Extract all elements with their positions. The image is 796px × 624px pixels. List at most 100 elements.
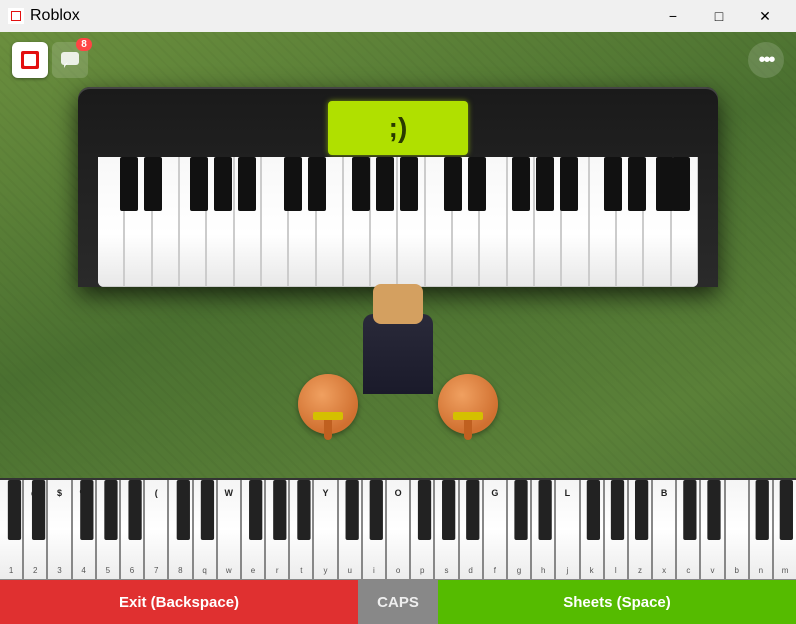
wkey-3d[interactable]	[234, 157, 261, 287]
key-label-bottom: t	[300, 566, 302, 575]
wkey-3d[interactable]	[316, 157, 343, 287]
wkey-3d[interactable]	[452, 157, 479, 287]
white-key-1[interactable]: @2	[23, 480, 47, 580]
white-key-9[interactable]: Ww	[217, 480, 241, 580]
white-key-32[interactable]: m	[773, 480, 796, 580]
key-label-bottom: y	[324, 566, 328, 575]
key-label-top: C	[613, 488, 620, 498]
white-key-18[interactable]: Ss	[434, 480, 458, 580]
key-label-bottom: q	[202, 566, 206, 575]
exit-button[interactable]: Exit (Backspace)	[0, 580, 358, 624]
caps-button[interactable]: CAPS	[358, 580, 438, 624]
key-label-bottom: o	[396, 566, 400, 575]
white-key-20[interactable]: Gf	[483, 480, 507, 580]
wkey-3d[interactable]	[261, 157, 288, 287]
right-hand	[438, 374, 498, 434]
white-key-6[interactable]: (7	[144, 480, 168, 580]
piano-3d-keys	[98, 157, 698, 287]
white-key-2[interactable]: $3	[47, 480, 71, 580]
wkey-3d[interactable]	[479, 157, 506, 287]
more-button[interactable]: •••	[748, 42, 784, 78]
chat-button[interactable]: 8	[52, 42, 88, 78]
key-label-top: !	[10, 488, 13, 498]
left-hand	[298, 374, 358, 434]
white-key-31[interactable]: n	[749, 480, 773, 580]
key-label-bottom: 4	[81, 566, 85, 575]
bottom-buttons: Exit (Backspace) CAPS Sheets (Space)	[0, 580, 796, 624]
wkey-3d[interactable]	[589, 157, 616, 287]
wkey-3d[interactable]	[152, 157, 179, 287]
key-label-bottom: 3	[57, 566, 61, 575]
piano-screen: ;)	[328, 101, 468, 155]
white-key-7[interactable]: 8	[168, 480, 192, 580]
wkey-3d[interactable]	[343, 157, 370, 287]
white-key-19[interactable]: Dd	[459, 480, 483, 580]
titlebar: Roblox − □ ✕	[0, 0, 796, 32]
wkey-3d[interactable]	[397, 157, 424, 287]
key-label-bottom: k	[590, 566, 594, 575]
white-key-3[interactable]: %4	[72, 480, 96, 580]
white-key-0[interactable]: !1	[0, 480, 23, 580]
key-label-bottom: d	[468, 566, 472, 575]
white-key-27[interactable]: Bx	[652, 480, 676, 580]
white-key-5[interactable]: *6	[120, 480, 144, 580]
key-label-bottom: 8	[178, 566, 182, 575]
white-keys-row: !1@2$3%4^5*6(78QqWwEeRrTtYyUuIiOoPpSsDdG…	[0, 480, 796, 580]
wkey-3d[interactable]	[124, 157, 151, 287]
wkey-3d[interactable]	[425, 157, 452, 287]
sheets-button[interactable]: Sheets (Space)	[438, 580, 796, 624]
key-label-top: G	[491, 488, 498, 498]
white-key-14[interactable]: Uu	[338, 480, 362, 580]
wkey-3d[interactable]	[206, 157, 233, 287]
white-key-15[interactable]: Ii	[362, 480, 386, 580]
white-key-17[interactable]: Pp	[410, 480, 434, 580]
white-key-8[interactable]: Qq	[193, 480, 217, 580]
key-label-bottom: j	[567, 566, 569, 575]
wkey-3d[interactable]	[288, 157, 315, 287]
wkey-3d[interactable]	[616, 157, 643, 287]
key-label-bottom: i	[373, 566, 375, 575]
key-label-bottom: b	[734, 566, 738, 575]
white-key-11[interactable]: Rr	[265, 480, 289, 580]
white-key-13[interactable]: Yy	[313, 480, 337, 580]
white-key-30[interactable]: b	[725, 480, 749, 580]
key-label-bottom: 5	[106, 566, 110, 575]
key-label-top: J	[541, 488, 546, 498]
close-button[interactable]: ✕	[742, 0, 788, 32]
white-key-16[interactable]: Oo	[386, 480, 410, 580]
white-key-12[interactable]: Tt	[289, 480, 313, 580]
wkey-3d[interactable]	[370, 157, 397, 287]
white-key-21[interactable]: Hg	[507, 480, 531, 580]
wkey-3d[interactable]	[643, 157, 670, 287]
key-label-bottom: x	[662, 566, 666, 575]
character-body	[363, 314, 433, 394]
key-label-top: *	[130, 488, 134, 498]
white-key-24[interactable]: Zk	[580, 480, 604, 580]
white-key-22[interactable]: Jh	[531, 480, 555, 580]
wkey-3d[interactable]	[179, 157, 206, 287]
key-label-bottom: n	[759, 566, 763, 575]
white-key-26[interactable]: Vz	[628, 480, 652, 580]
right-wristband	[453, 412, 483, 420]
white-key-29[interactable]: v	[700, 480, 724, 580]
wkey-3d[interactable]	[98, 157, 124, 287]
key-label-bottom: f	[494, 566, 496, 575]
key-label-bottom: c	[686, 566, 690, 575]
wkey-3d[interactable]	[561, 157, 588, 287]
wkey-3d[interactable]	[671, 157, 698, 287]
roblox-logo-button[interactable]	[12, 42, 48, 78]
key-label-bottom: l	[615, 566, 617, 575]
key-label-top: B	[661, 488, 668, 498]
minimize-button[interactable]: −	[650, 0, 696, 32]
piano-3d-wrapper: ;)	[78, 87, 718, 287]
wkey-3d[interactable]	[534, 157, 561, 287]
white-key-28[interactable]: c	[676, 480, 700, 580]
white-key-23[interactable]: Lj	[555, 480, 579, 580]
maximize-button[interactable]: □	[696, 0, 742, 32]
white-key-10[interactable]: Ee	[241, 480, 265, 580]
wkey-3d[interactable]	[507, 157, 534, 287]
key-label-top: ^	[105, 488, 110, 498]
keyboard-ui: !1@2$3%4^5*6(78QqWwEeRrTtYyUuIiOoPpSsDdG…	[0, 478, 796, 624]
white-key-25[interactable]: Cl	[604, 480, 628, 580]
white-key-4[interactable]: ^5	[96, 480, 120, 580]
